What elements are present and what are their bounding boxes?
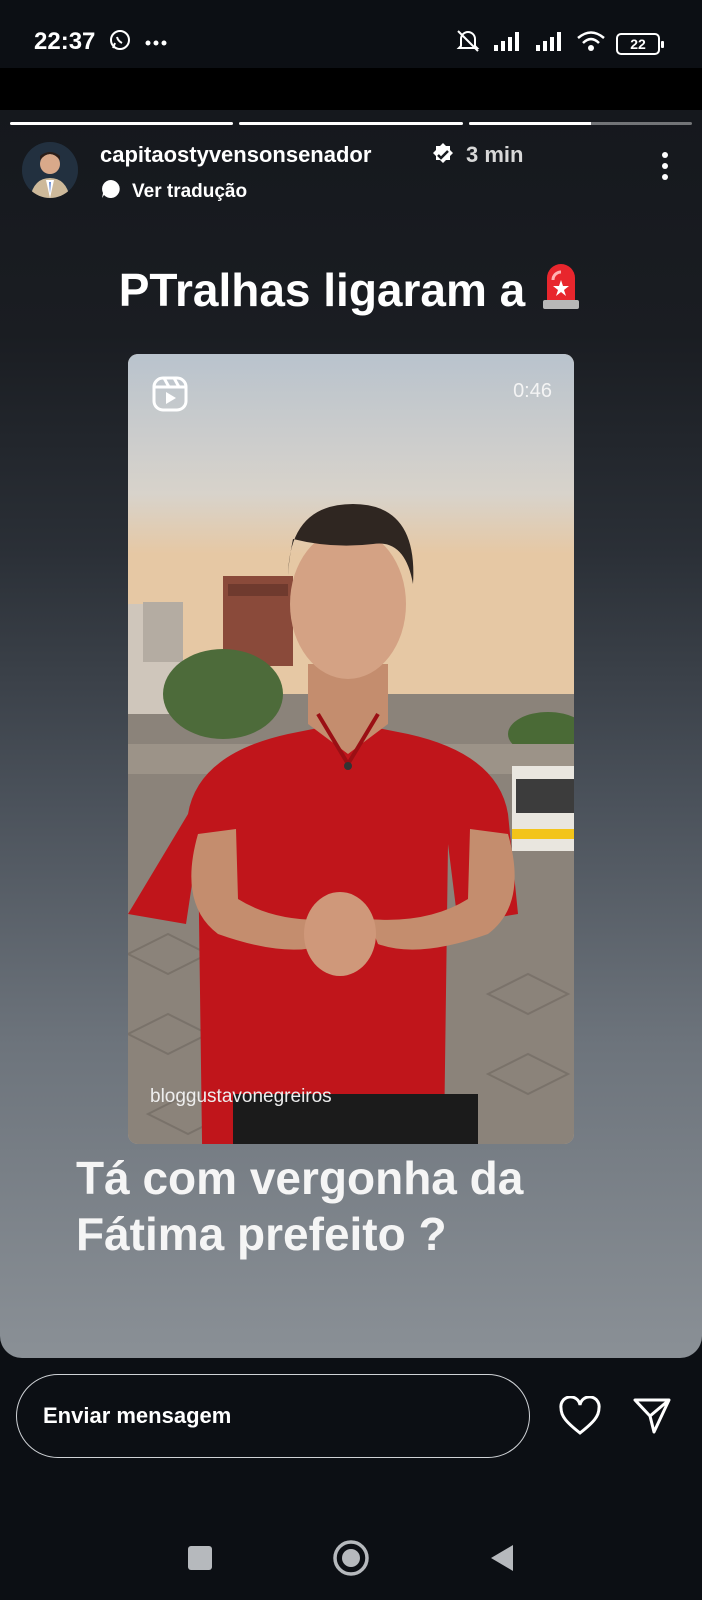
avatar[interactable] bbox=[22, 142, 78, 198]
back-icon[interactable] bbox=[488, 1543, 516, 1578]
more-options-icon[interactable] bbox=[662, 152, 668, 180]
translate-button[interactable]: Ver tradução bbox=[100, 178, 247, 206]
whatsapp-icon bbox=[108, 28, 132, 57]
wifi-icon bbox=[576, 30, 606, 57]
story-time-ago: 3 min bbox=[466, 142, 524, 167]
story-username[interactable]: capitaostyvensonsenador bbox=[100, 142, 371, 168]
send-icon[interactable] bbox=[632, 1396, 672, 1441]
system-navigation-bar bbox=[0, 1520, 702, 1600]
progress-fill bbox=[239, 122, 463, 125]
recent-apps-icon[interactable] bbox=[186, 1544, 214, 1577]
story-progress bbox=[10, 122, 692, 126]
heart-icon[interactable] bbox=[558, 1395, 602, 1441]
story-caption: Tá com vergonha da Fátima prefeito ? bbox=[76, 1150, 636, 1262]
translate-icon bbox=[100, 178, 122, 206]
home-icon[interactable] bbox=[332, 1539, 370, 1582]
status-spacer bbox=[0, 68, 702, 110]
video-watermark: bloggustavonegreiros bbox=[150, 1086, 332, 1107]
caption-line: Tá com vergonha da bbox=[76, 1152, 524, 1204]
verified-icon bbox=[430, 142, 456, 173]
more-dots-icon bbox=[144, 34, 168, 52]
caption-line: Fátima prefeito ? bbox=[76, 1208, 447, 1260]
progress-fill bbox=[10, 122, 234, 125]
status-bar: 22:37 22 bbox=[0, 0, 702, 68]
reel-video[interactable]: 0:46 bloggustavonegreiros bbox=[128, 354, 574, 1144]
siren-icon bbox=[539, 258, 583, 321]
status-time: 22:37 bbox=[34, 28, 96, 55]
progress-segment bbox=[239, 122, 463, 125]
translate-label: Ver tradução bbox=[132, 181, 248, 202]
story-headline: PTralhas ligaram a bbox=[0, 258, 702, 321]
progress-segment bbox=[10, 122, 234, 125]
reel-icon bbox=[152, 376, 188, 417]
message-input[interactable]: Enviar mensagem bbox=[16, 1374, 530, 1458]
progress-segment bbox=[468, 122, 692, 125]
signal-icon bbox=[492, 31, 524, 56]
video-duration: 0:46 bbox=[513, 380, 552, 402]
headline-text: PTralhas ligaram a bbox=[118, 263, 526, 316]
video-frame bbox=[128, 354, 574, 1144]
story-viewer[interactable]: capitaostyvensonsenador 3 min Ver traduç… bbox=[0, 110, 702, 1358]
status-left-icons bbox=[108, 28, 168, 57]
signal-icon-2 bbox=[534, 31, 566, 56]
status-right-icons: 22 bbox=[454, 28, 664, 59]
progress-fill bbox=[468, 122, 592, 125]
mute-icon bbox=[454, 28, 482, 59]
battery-icon: 22 bbox=[616, 32, 664, 55]
